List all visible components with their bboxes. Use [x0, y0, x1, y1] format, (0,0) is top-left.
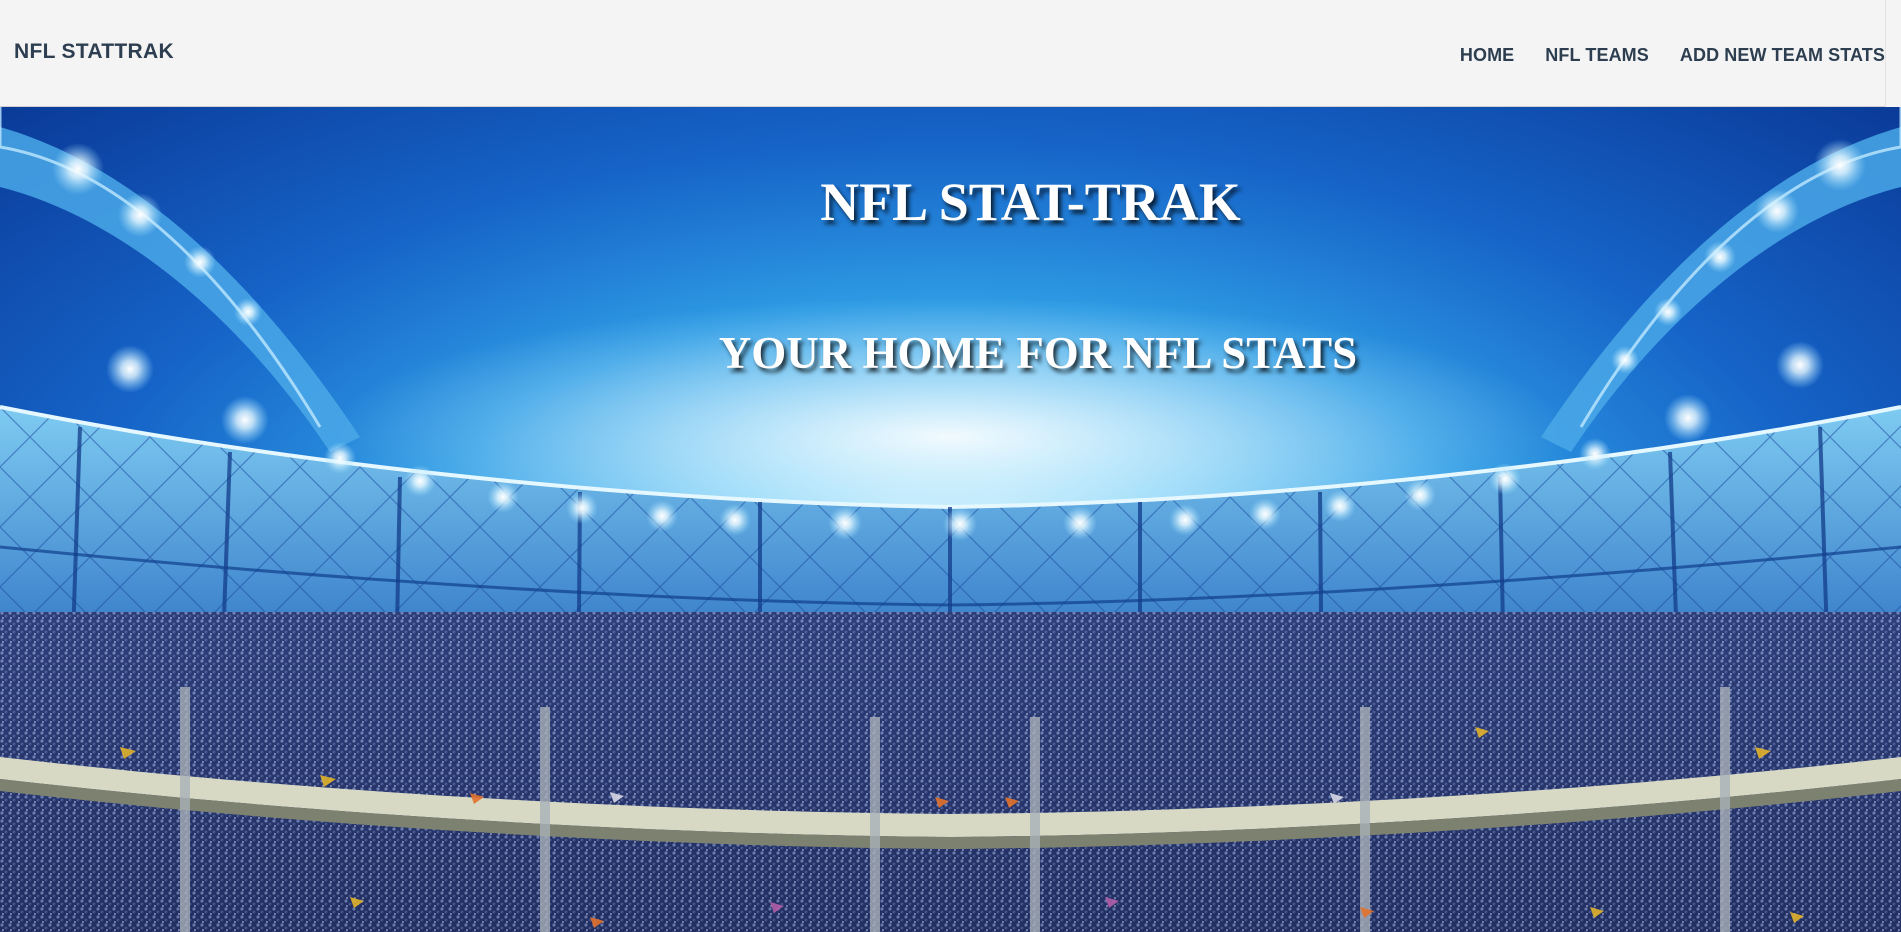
scrollbar[interactable]	[1885, 0, 1901, 107]
page: NFL STATTRAK HOME NFL TEAMS ADD NEW TEAM…	[0, 0, 1901, 932]
nav-item-add-team-stats: ADD NEW TEAM STATS	[1680, 45, 1885, 66]
hero-section: NFL STAT-TRAK YOUR HOME FOR NFL STATS	[0, 107, 1901, 932]
nav-link-add-new-team-stats[interactable]: ADD NEW TEAM STATS	[1680, 45, 1885, 65]
nav-item-nfl-teams: NFL TEAMS	[1545, 45, 1649, 66]
nav-link-home[interactable]: HOME	[1460, 45, 1514, 65]
nav-links: HOME NFL TEAMS ADD NEW TEAM STATS	[1460, 45, 1885, 66]
nav-link-nfl-teams[interactable]: NFL TEAMS	[1545, 45, 1649, 65]
top-navbar: NFL STATTRAK HOME NFL TEAMS ADD NEW TEAM…	[0, 0, 1901, 107]
nav-item-home: HOME	[1460, 45, 1514, 66]
hero-subtitle: YOUR HOME FOR NFL STATS	[718, 328, 1358, 378]
hero-title: NFL STAT-TRAK	[820, 172, 1241, 232]
brand-link[interactable]: NFL STATTRAK	[14, 40, 174, 64]
